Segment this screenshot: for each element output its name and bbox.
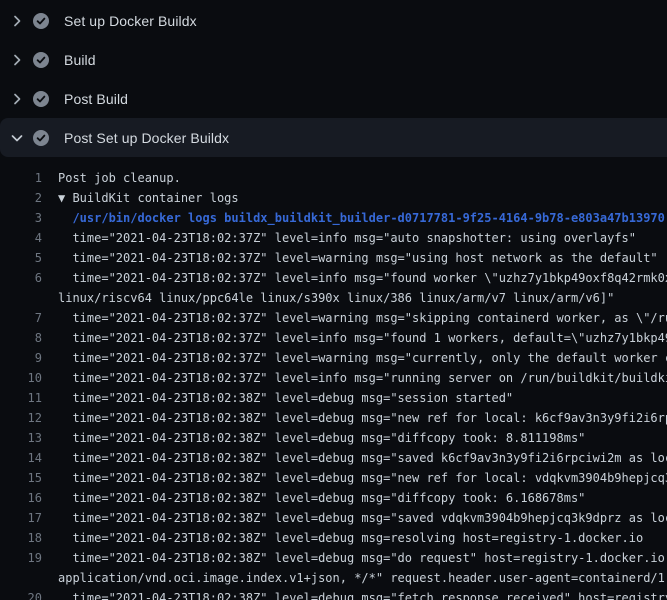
line-number-link[interactable]: 10 (0, 371, 42, 385)
log-text: application/vnd.oci.image.index.v1+json,… (58, 571, 667, 585)
log-text: /usr/bin/docker logs buildx_buildkit_bui… (58, 211, 667, 225)
log-text: time="2021-04-23T18:02:38Z" level=debug … (58, 471, 667, 485)
line-number-link[interactable]: 17 (0, 511, 42, 525)
log-row: 4 time="2021-04-23T18:02:37Z" level=info… (0, 228, 667, 248)
log-row: 15 time="2021-04-23T18:02:38Z" level=deb… (0, 468, 667, 488)
log-row: 11 time="2021-04-23T18:02:38Z" level=deb… (0, 388, 667, 408)
log-row: 16 time="2021-04-23T18:02:38Z" level=deb… (0, 488, 667, 508)
step-header[interactable]: Post Set up Docker Buildx (0, 118, 667, 157)
log-row: 9 time="2021-04-23T18:02:37Z" level=warn… (0, 348, 667, 368)
log-row: 8 time="2021-04-23T18:02:37Z" level=info… (0, 328, 667, 348)
line-number-link[interactable]: 1 (0, 171, 42, 185)
line-number-link[interactable]: 6 (0, 271, 42, 285)
log-panel: 1 Post job cleanup. 2 ▼ BuildKit contain… (0, 157, 667, 600)
line-number-link[interactable]: 16 (0, 491, 42, 505)
log-text: time="2021-04-23T18:02:38Z" level=debug … (58, 411, 667, 425)
step-label: Build (64, 52, 96, 68)
line-number-link[interactable]: 12 (0, 411, 42, 425)
log-row: 19 time="2021-04-23T18:02:38Z" level=deb… (0, 548, 667, 568)
log-row: 20 time="2021-04-23T18:02:38Z" level=deb… (0, 588, 667, 600)
log-text: time="2021-04-23T18:02:38Z" level=debug … (58, 391, 667, 405)
step-header[interactable]: Set up Docker Buildx (0, 1, 667, 40)
log-text: Post job cleanup. (58, 171, 667, 185)
line-number-link[interactable]: 18 (0, 531, 42, 545)
chevron-down-icon (10, 131, 24, 145)
step-header[interactable]: Build (0, 40, 667, 79)
log-text: time="2021-04-23T18:02:37Z" level=info m… (58, 331, 667, 345)
log-text: time="2021-04-23T18:02:37Z" level=info m… (58, 231, 667, 245)
log-text: time="2021-04-23T18:02:37Z" level=warnin… (58, 311, 667, 325)
step-label: Set up Docker Buildx (64, 13, 197, 29)
line-number-link[interactable]: 7 (0, 311, 42, 325)
line-number-link[interactable]: 19 (0, 551, 42, 565)
steps-list: Set up Docker Buildx Build Post Build Po… (0, 0, 667, 157)
line-number-link[interactable]: 8 (0, 331, 42, 345)
line-number-link[interactable]: 9 (0, 351, 42, 365)
log-text: time="2021-04-23T18:02:37Z" level=warnin… (58, 251, 667, 265)
log-text: time="2021-04-23T18:02:38Z" level=debug … (58, 591, 667, 600)
log-row: 14 time="2021-04-23T18:02:38Z" level=deb… (0, 448, 667, 468)
log-row: 3 /usr/bin/docker logs buildx_buildkit_b… (0, 208, 667, 228)
log-row: 5 time="2021-04-23T18:02:37Z" level=warn… (0, 248, 667, 268)
log-text: time="2021-04-23T18:02:37Z" level=warnin… (58, 351, 667, 365)
log-text: linux/riscv64 linux/ppc64le linux/s390x … (58, 291, 667, 305)
log-text: time="2021-04-23T18:02:38Z" level=debug … (58, 551, 667, 565)
line-number-link[interactable]: 11 (0, 391, 42, 405)
line-number-link[interactable]: 3 (0, 211, 42, 225)
line-number-link[interactable]: 5 (0, 251, 42, 265)
line-number-link[interactable]: 4 (0, 231, 42, 245)
line-number-link[interactable]: 14 (0, 451, 42, 465)
check-circle-icon (33, 130, 49, 146)
log-row: 1 Post job cleanup. (0, 168, 667, 188)
log-row: 6 time="2021-04-23T18:02:37Z" level=info… (0, 268, 667, 288)
line-number-link[interactable]: 20 (0, 591, 42, 600)
check-circle-icon (33, 13, 49, 29)
log-text: time="2021-04-23T18:02:38Z" level=debug … (58, 491, 667, 505)
log-row: application/vnd.oci.image.index.v1+json,… (0, 568, 667, 588)
line-number-link[interactable]: 13 (0, 431, 42, 445)
log-row: 17 time="2021-04-23T18:02:38Z" level=deb… (0, 508, 667, 528)
actions-log-viewer: Set up Docker Buildx Build Post Build Po… (0, 0, 667, 600)
log-text: time="2021-04-23T18:02:38Z" level=debug … (58, 511, 667, 525)
step-label: Post Set up Docker Buildx (64, 130, 229, 146)
log-row: 13 time="2021-04-23T18:02:38Z" level=deb… (0, 428, 667, 448)
chevron-right-icon (10, 92, 24, 106)
log-text: time="2021-04-23T18:02:38Z" level=debug … (58, 431, 667, 445)
log-text: time="2021-04-23T18:02:38Z" level=debug … (58, 451, 667, 465)
log-row: 18 time="2021-04-23T18:02:38Z" level=deb… (0, 528, 667, 548)
chevron-right-icon (10, 53, 24, 67)
step-label: Post Build (64, 91, 128, 107)
line-number-link[interactable]: 15 (0, 471, 42, 485)
check-circle-icon (33, 91, 49, 107)
log-row: linux/riscv64 linux/ppc64le linux/s390x … (0, 288, 667, 308)
chevron-right-icon (10, 14, 24, 28)
step-header[interactable]: Post Build (0, 79, 667, 118)
log-row: 2 ▼ BuildKit container logs (0, 188, 667, 208)
log-text: time="2021-04-23T18:02:37Z" level=info m… (58, 271, 667, 285)
log-text: time="2021-04-23T18:02:38Z" level=debug … (58, 531, 667, 545)
check-circle-icon (33, 52, 49, 68)
log-row: 12 time="2021-04-23T18:02:38Z" level=deb… (0, 408, 667, 428)
log-row: 10 time="2021-04-23T18:02:37Z" level=inf… (0, 368, 667, 388)
log-text: time="2021-04-23T18:02:37Z" level=info m… (58, 371, 667, 385)
log-group-toggle[interactable]: ▼ BuildKit container logs (58, 191, 667, 205)
line-number-link[interactable]: 2 (0, 191, 42, 205)
log-row: 7 time="2021-04-23T18:02:37Z" level=warn… (0, 308, 667, 328)
